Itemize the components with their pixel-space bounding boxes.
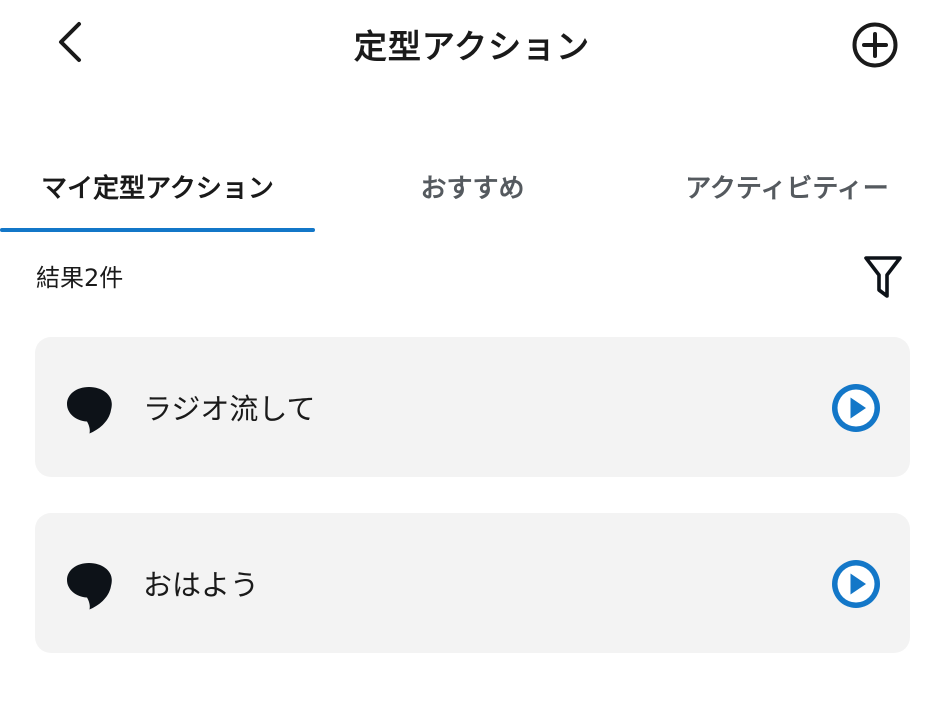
tab-label: アクティビティー [685, 173, 889, 204]
filter-icon [864, 256, 902, 298]
routine-card[interactable]: おはよう [35, 513, 910, 653]
tab-bar: マイ定型アクション おすすめ アクティビティー [0, 140, 944, 232]
play-icon[interactable] [831, 559, 881, 609]
routine-label: ラジオ流して [143, 392, 316, 426]
tab-activity[interactable]: アクティビティー [630, 140, 944, 232]
plus-circle-icon [852, 22, 898, 68]
app-header: 定型アクション [0, 0, 944, 90]
tab-label: おすすめ [420, 173, 525, 204]
tab-recommended[interactable]: おすすめ [315, 140, 630, 232]
speech-bubble-icon [67, 387, 112, 434]
active-tab-indicator [0, 228, 315, 232]
results-count: 結果2件 [36, 264, 124, 292]
tab-label: マイ定型アクション [41, 173, 274, 204]
speech-bubble-icon [67, 563, 112, 610]
back-button[interactable] [46, 18, 94, 66]
play-icon[interactable] [831, 383, 881, 433]
add-routine-button[interactable] [850, 20, 900, 70]
tab-my-routines[interactable]: マイ定型アクション [0, 140, 315, 232]
chevron-left-icon [59, 22, 81, 62]
routine-card[interactable]: ラジオ流して [35, 337, 910, 477]
page-title: 定型アクション [353, 27, 591, 66]
routine-label: おはよう [143, 568, 260, 602]
filter-button[interactable] [860, 252, 906, 302]
